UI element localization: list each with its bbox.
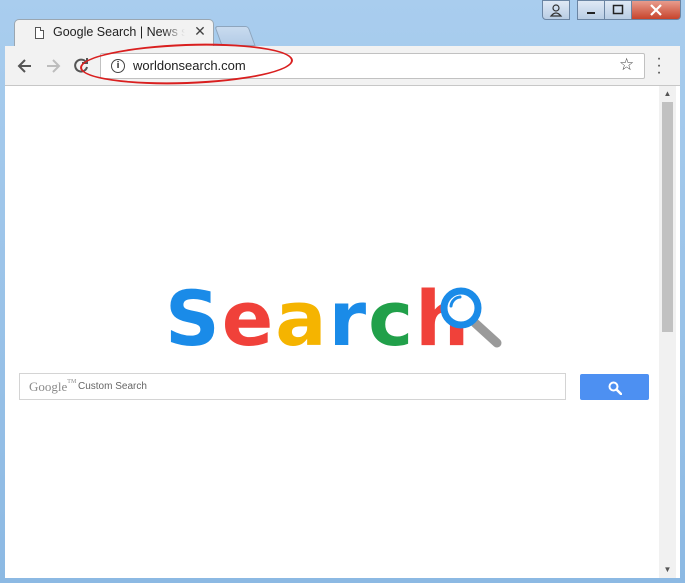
page-viewport: Search GoogleTM Custom Search ▲ ▼ [5,86,680,578]
logo-letter: e [221,274,276,363]
url-text[interactable]: worldonsearch.com [133,58,246,73]
scroll-up-icon[interactable]: ▲ [659,86,676,102]
google-brand: GoogleTM [29,379,77,394]
search-button[interactable] [580,374,649,400]
close-button[interactable] [631,0,681,20]
scrollbar-thumb[interactable] [662,102,673,332]
arrow-left-icon[interactable] [15,56,35,76]
arrow-right-icon[interactable] [43,56,63,76]
maximize-button[interactable] [604,0,632,20]
logo-letter: c [368,274,416,363]
browser-toolbar: i worldonsearch.com ☆ · · · [5,46,680,86]
maximize-icon [612,4,624,15]
star-icon[interactable]: ☆ [619,55,634,75]
active-tab[interactable]: Google Search | News search ✕ [14,19,214,47]
magnifier-icon [440,287,502,348]
vertical-scrollbar[interactable]: ▲ ▼ [659,86,676,578]
logo-letter: a [275,274,329,363]
tab-title: Google Search | News search [53,25,185,39]
logo-letter: S [165,274,222,363]
search-icon [608,381,622,395]
new-tab-button[interactable] [214,26,256,46]
search-logo: Search [165,274,471,363]
minimize-button[interactable] [577,0,605,20]
info-icon[interactable]: i [111,59,125,73]
browser-window: Google Search | News search ✕ [0,0,685,583]
page-icon [35,27,44,39]
search-input[interactable]: GoogleTM Custom Search [19,373,566,400]
user-icon [549,4,563,17]
address-bar[interactable]: i worldonsearch.com ☆ [100,53,645,79]
user-button[interactable] [542,0,570,20]
tab-close-icon[interactable]: ✕ [193,24,207,38]
minimize-icon [587,12,595,14]
search-placeholder: Custom Search [78,381,147,392]
scroll-down-icon[interactable]: ▼ [659,562,676,578]
title-bar: Google Search | News search ✕ [0,0,685,47]
reload-icon[interactable] [71,56,91,76]
close-icon [650,4,662,16]
menu-dots-icon[interactable]: · · · [651,51,667,81]
logo-letter: r [328,274,369,363]
